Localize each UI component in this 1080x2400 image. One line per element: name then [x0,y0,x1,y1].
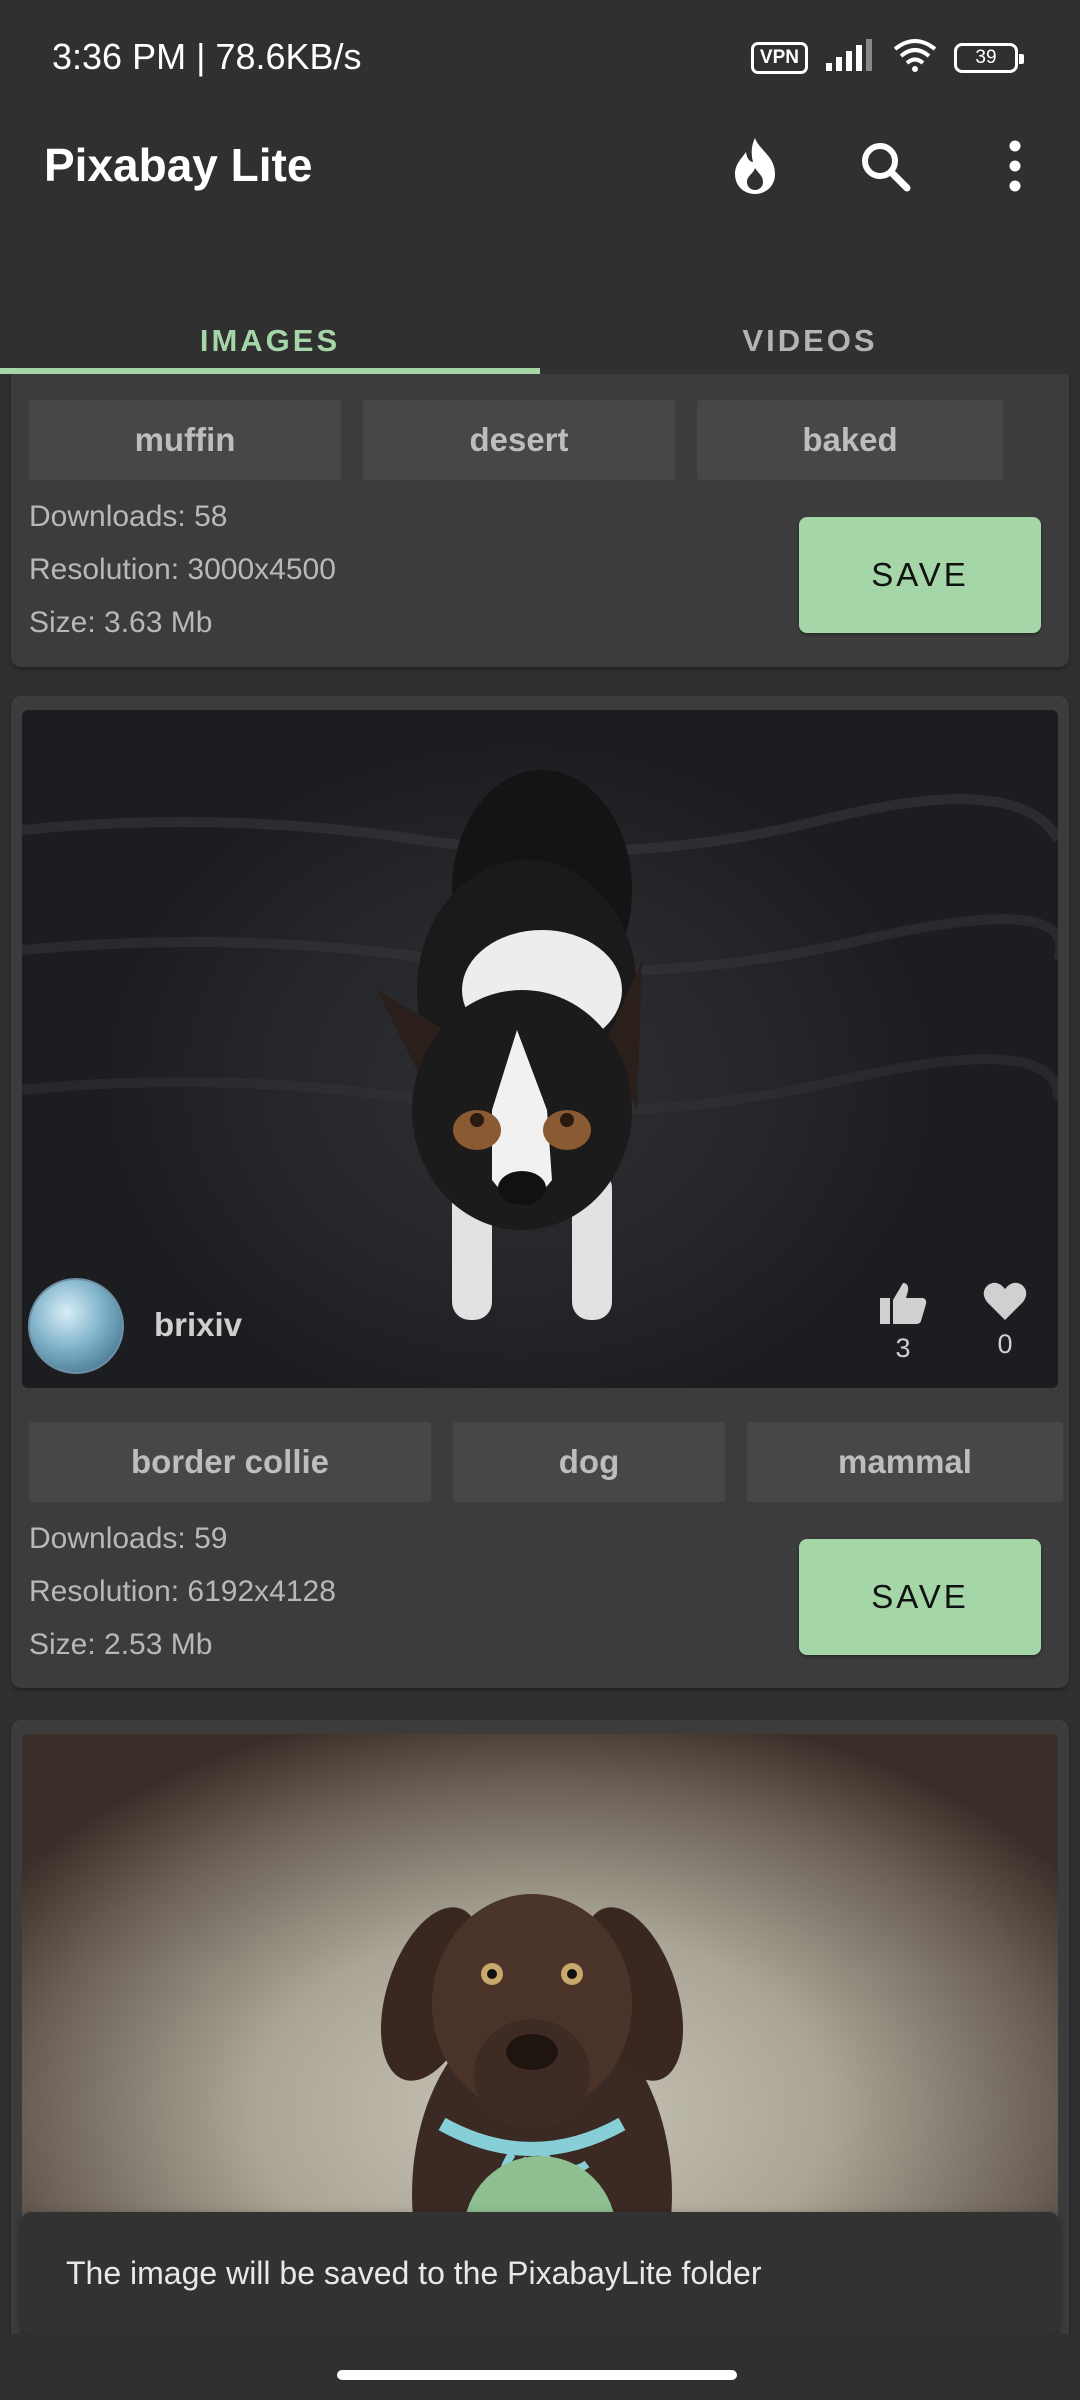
favorite-count: 0 [997,1329,1013,1359]
tab-bar: IMAGES VIDEOS [0,258,1080,374]
app-bar: Pixabay Lite [0,118,1080,258]
downloads-count: Downloads: 58 [29,500,228,533]
snackbar: The image will be saved to the PixabayLi… [22,2212,1058,2334]
status-bar: 3:36 PM | 78.6KB/s VPN 39 [0,0,1080,118]
wifi-icon [892,38,938,77]
image-card: brixiv 3 0 border collie dog mammal Down… [11,696,1069,1688]
home-indicator[interactable] [337,2370,737,2380]
favorite-stat[interactable]: 0 [982,1280,1028,1360]
more-vert-icon[interactable] [950,118,1080,214]
file-size: Size: 3.63 Mb [29,606,213,639]
image-meta: Downloads: 58 Resolution: 3000x4500 Size… [29,490,336,649]
tag-chip[interactable]: border collie [29,1422,431,1502]
author-avatar[interactable] [28,1278,124,1374]
battery-icon: 39 [954,42,1024,73]
search-icon[interactable] [820,118,950,214]
save-button[interactable]: SAVE [799,517,1041,633]
thumb-up-icon [878,1280,928,1333]
author-name[interactable]: brixiv [154,1306,242,1344]
navigation-bar [0,2334,1080,2400]
dog-photo[interactable]: brixiv 3 0 [22,710,1058,1388]
downloads-count: Downloads: 59 [29,1522,228,1555]
tab-videos[interactable]: VIDEOS [540,258,1080,374]
tab-images[interactable]: IMAGES [0,258,540,374]
resolution: Resolution: 6192x4128 [29,1575,336,1608]
app-title: Pixabay Lite [44,139,313,191]
file-size: Size: 2.53 Mb [29,1628,213,1661]
vpn-badge: VPN [750,41,808,74]
image-feed[interactable]: muffin desert baked Downloads: 58 Resolu… [0,374,1080,2400]
app-actions [690,118,1080,214]
like-stat[interactable]: 3 [878,1280,928,1364]
status-time-speed: 3:36 PM | 78.6KB/s [52,36,362,77]
tag-chip[interactable]: muffin [29,400,341,480]
heart-icon [982,1280,1028,1329]
save-button[interactable]: SAVE [799,1539,1041,1655]
screen: 3:36 PM | 78.6KB/s VPN 39 Pixabay Lite I… [0,0,1080,2400]
tag-chip[interactable]: desert [363,400,675,480]
status-icons: VPN 39 [750,38,1024,77]
tag-chip[interactable]: baked [697,400,1003,480]
tag-chip[interactable]: mammal [747,1422,1063,1502]
signal-icon [824,39,876,76]
snackbar-message: The image will be saved to the PixabayLi… [66,2254,762,2291]
tag-list: muffin desert baked [29,400,1003,480]
flame-icon[interactable] [690,118,820,214]
like-count: 3 [895,1333,911,1363]
image-meta: Downloads: 59 Resolution: 6192x4128 Size… [29,1512,336,1671]
tag-chip[interactable]: dog [453,1422,725,1502]
resolution: Resolution: 3000x4500 [29,553,336,586]
tag-list: border collie dog mammal [29,1422,1063,1502]
image-card: muffin desert baked Downloads: 58 Resolu… [11,374,1069,667]
